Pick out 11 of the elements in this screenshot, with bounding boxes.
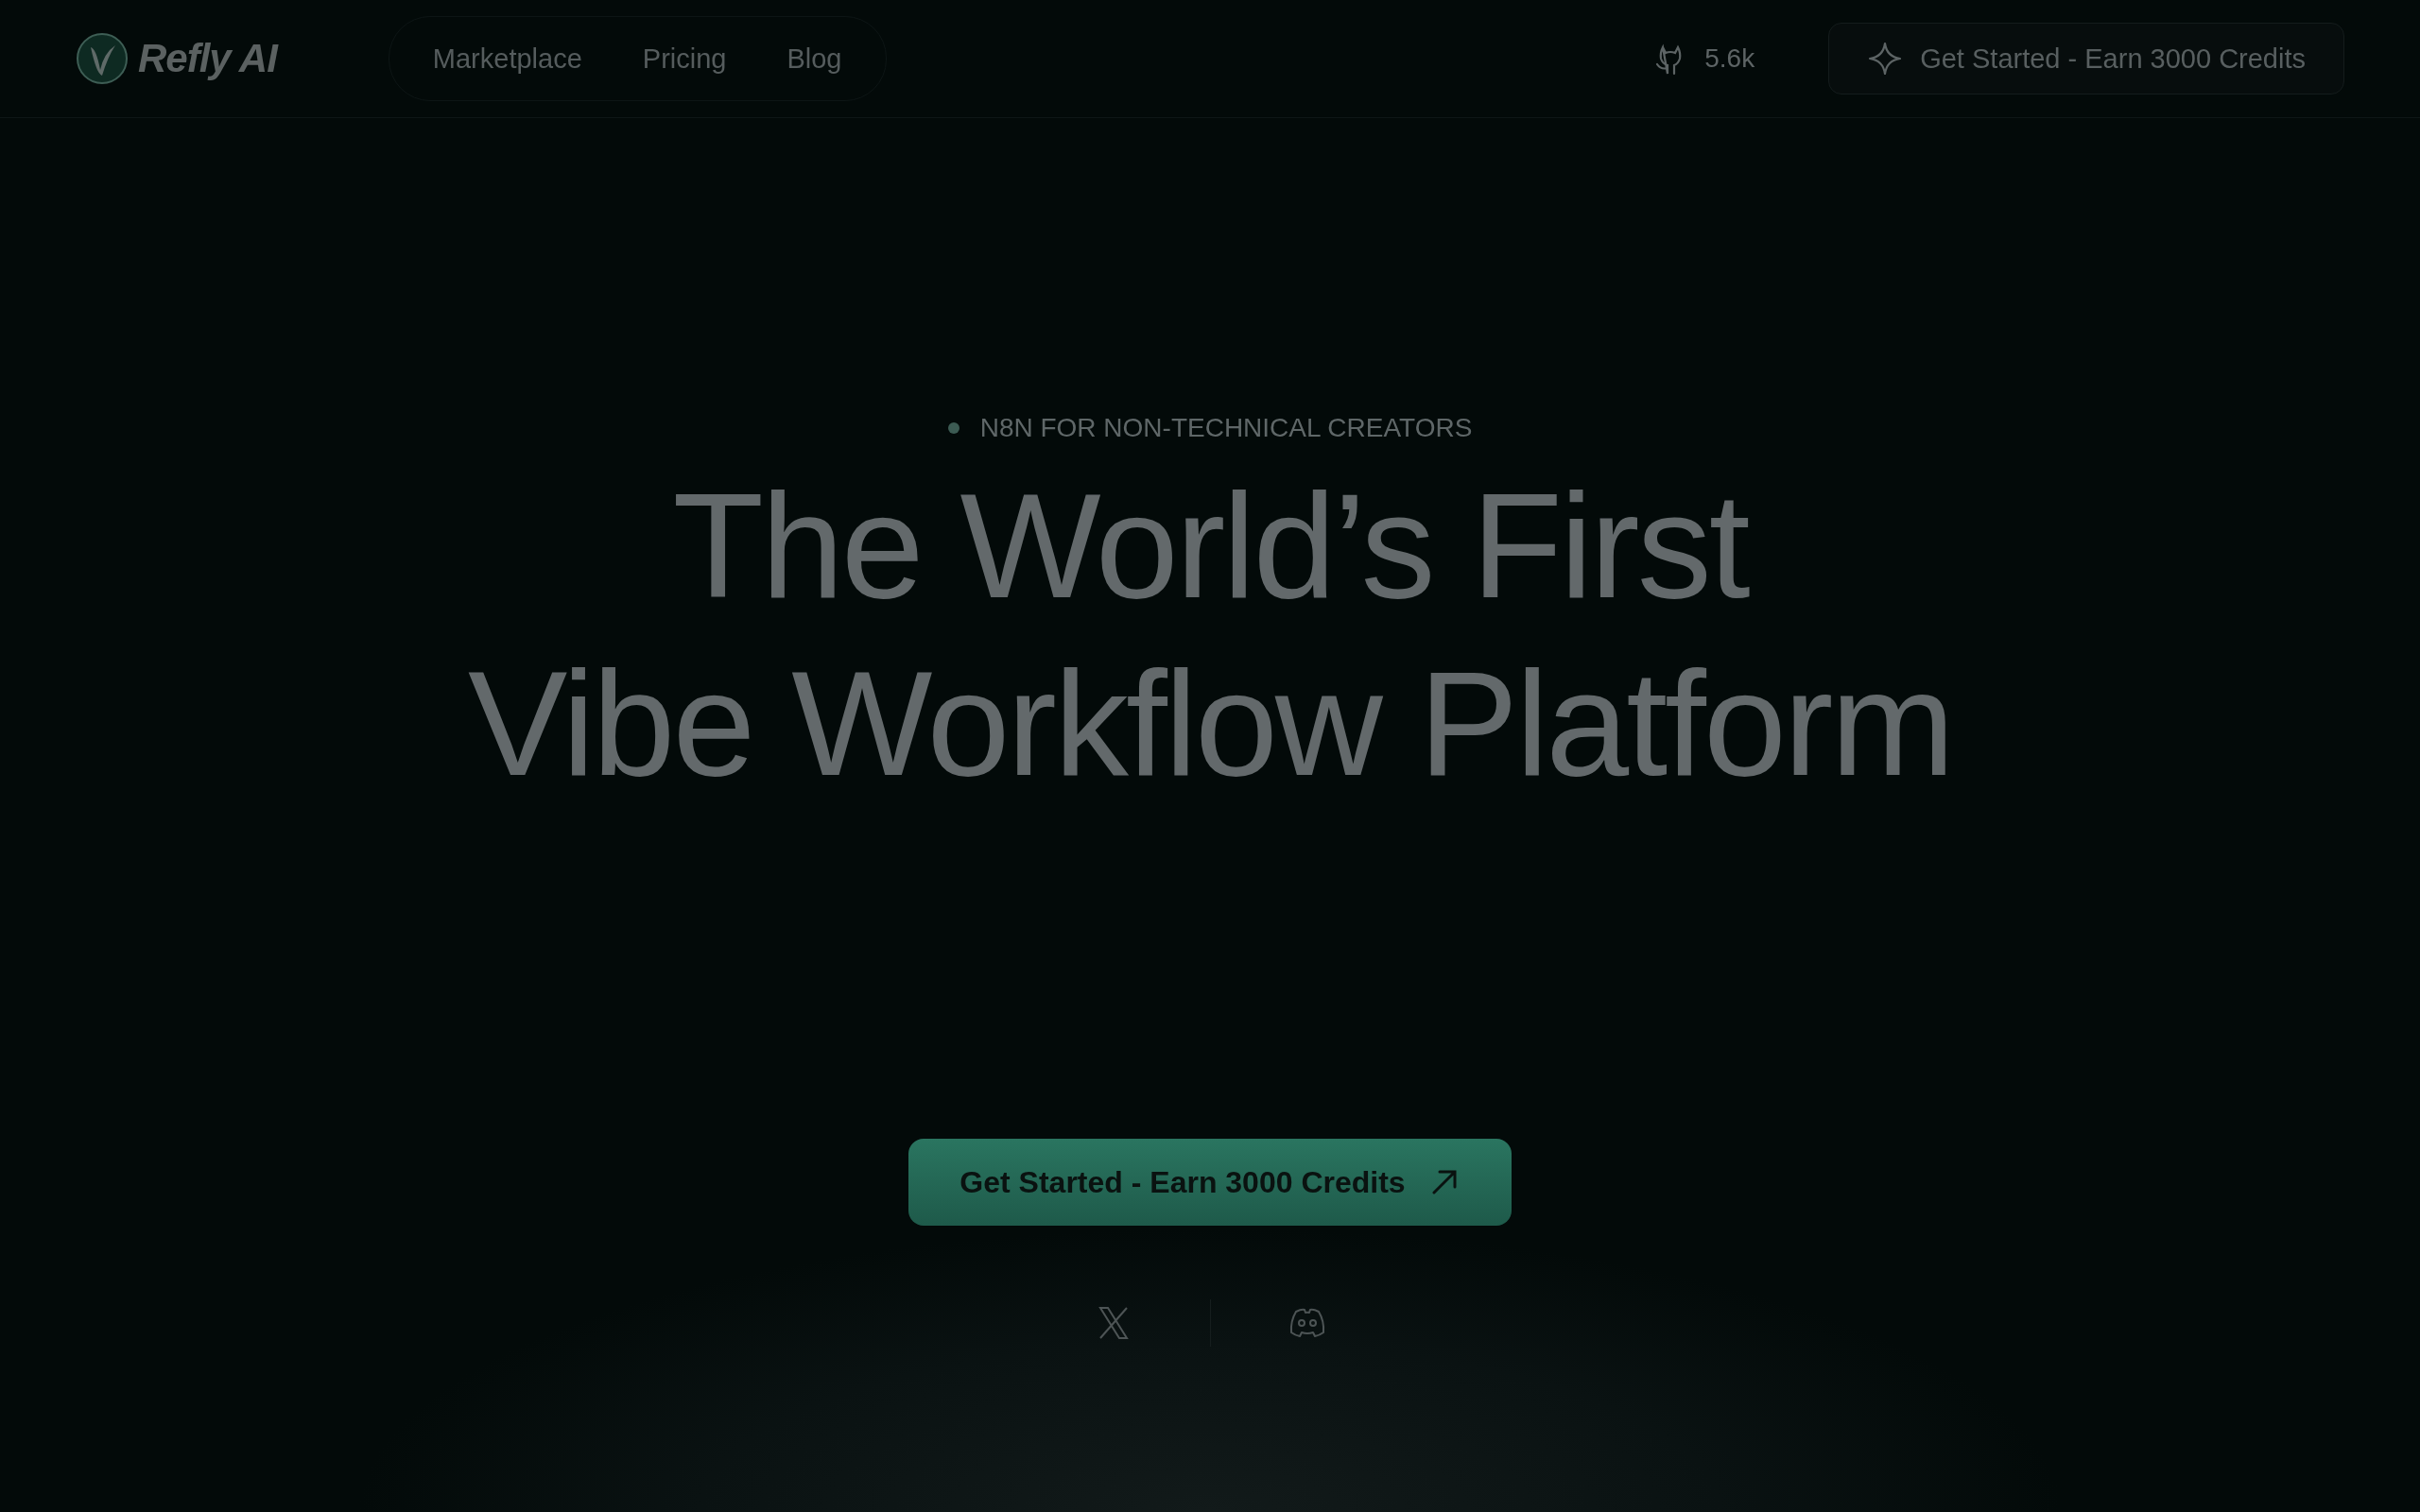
get-started-button[interactable]: Get Started - Earn 3000 Credits [1828,23,2344,94]
logo[interactable]: Refly AI [76,32,277,85]
nav-link[interactable]: Marketplace [432,43,582,75]
sparkle-icon [1867,41,1904,77]
github-link[interactable]: 5.6k [1651,40,1755,77]
eyebrow-text: N8N FOR NON-TECHNICAL CREATORS [979,413,1473,443]
nav-link[interactable]: Blog [786,43,842,75]
status-dot [947,422,959,434]
get-started-button[interactable]: Get Started - Earn 3000 Credits [908,1139,1512,1226]
headline: The World’s First Vibe Workflow Platform [467,461,1953,808]
nav-link[interactable]: Pricing [642,43,727,75]
